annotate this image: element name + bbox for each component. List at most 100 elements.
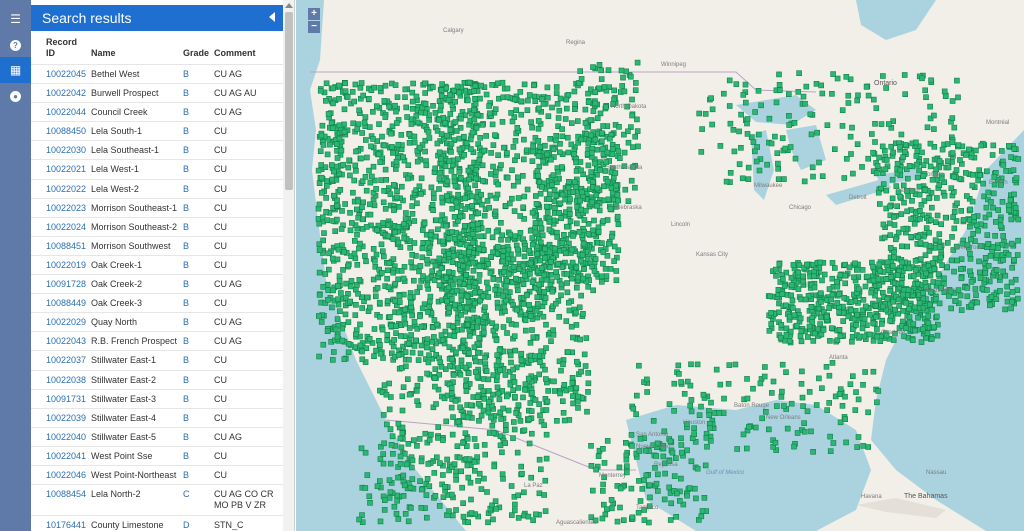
deposit-marker[interactable] [398, 132, 405, 138]
deposit-marker[interactable] [510, 387, 516, 394]
deposit-marker[interactable] [383, 177, 389, 183]
deposit-marker[interactable] [334, 333, 341, 340]
deposit-marker[interactable] [524, 107, 531, 113]
deposit-marker[interactable] [922, 270, 929, 277]
deposit-marker[interactable] [450, 281, 456, 288]
deposit-marker[interactable] [883, 157, 890, 163]
deposit-marker[interactable] [543, 203, 550, 210]
deposit-marker[interactable] [555, 261, 561, 267]
deposit-marker[interactable] [512, 501, 518, 508]
deposit-marker[interactable] [782, 145, 789, 152]
deposit-marker[interactable] [585, 140, 592, 147]
deposit-marker[interactable] [420, 273, 426, 279]
deposit-marker[interactable] [418, 323, 425, 330]
deposit-marker[interactable] [968, 236, 974, 243]
deposit-marker[interactable] [459, 344, 466, 351]
deposit-marker[interactable] [380, 248, 386, 254]
deposit-marker[interactable] [518, 463, 524, 470]
deposit-marker[interactable] [1015, 216, 1022, 223]
deposit-marker[interactable] [772, 439, 779, 446]
deposit-marker[interactable] [576, 304, 583, 311]
deposit-marker[interactable] [347, 210, 353, 216]
deposit-marker[interactable] [499, 471, 506, 478]
deposit-marker[interactable] [615, 221, 622, 228]
deposit-marker[interactable] [465, 185, 471, 192]
deposit-marker[interactable] [500, 324, 507, 330]
deposit-marker[interactable] [740, 431, 747, 438]
deposit-marker[interactable] [402, 86, 409, 93]
deposit-marker[interactable] [474, 221, 481, 227]
deposit-marker[interactable] [357, 85, 364, 91]
record-id-link[interactable]: 10022046 [46, 470, 86, 481]
deposit-marker[interactable] [559, 126, 565, 132]
deposit-marker[interactable] [845, 313, 852, 320]
deposit-marker[interactable] [609, 233, 615, 240]
deposit-marker[interactable] [434, 454, 440, 461]
deposit-marker[interactable] [933, 313, 940, 320]
deposit-marker[interactable] [874, 333, 881, 340]
deposit-marker[interactable] [795, 89, 802, 95]
deposit-marker[interactable] [830, 71, 836, 77]
deposit-marker[interactable] [471, 289, 478, 296]
deposit-marker[interactable] [397, 299, 403, 305]
deposit-marker[interactable] [505, 246, 512, 253]
deposit-marker[interactable] [801, 428, 808, 435]
deposit-marker[interactable] [408, 299, 414, 306]
deposit-marker[interactable] [898, 280, 905, 287]
deposit-marker[interactable] [416, 144, 423, 151]
deposit-marker[interactable] [783, 369, 789, 376]
deposit-marker[interactable] [583, 335, 590, 341]
deposit-marker[interactable] [411, 319, 418, 325]
deposit-marker[interactable] [578, 136, 585, 143]
deposit-marker[interactable] [553, 84, 560, 90]
deposit-marker[interactable] [315, 167, 322, 174]
deposit-marker[interactable] [529, 158, 536, 164]
deposit-marker[interactable] [911, 304, 918, 311]
deposit-marker[interactable] [395, 141, 402, 148]
deposit-marker[interactable] [431, 334, 437, 340]
record-id-link[interactable]: 10022041 [46, 451, 86, 462]
deposit-marker[interactable] [916, 167, 922, 174]
deposit-marker[interactable] [385, 222, 392, 228]
deposit-marker[interactable] [485, 294, 492, 300]
deposit-marker[interactable] [471, 116, 478, 123]
deposit-marker[interactable] [1003, 168, 1009, 174]
deposit-marker[interactable] [875, 388, 882, 394]
deposit-marker[interactable] [781, 403, 787, 409]
deposit-marker[interactable] [497, 442, 504, 449]
deposit-marker[interactable] [975, 227, 981, 234]
record-id-link[interactable]: 10022037 [46, 355, 86, 366]
deposit-marker[interactable] [543, 376, 549, 382]
deposit-marker[interactable] [411, 139, 418, 146]
deposit-marker[interactable] [874, 163, 881, 169]
deposit-marker[interactable] [487, 192, 494, 199]
deposit-marker[interactable] [447, 111, 454, 117]
deposit-marker[interactable] [349, 220, 355, 226]
deposit-marker[interactable] [494, 304, 501, 311]
deposit-marker[interactable] [469, 193, 475, 200]
record-id-link[interactable]: 10022042 [46, 88, 86, 99]
deposit-marker[interactable] [768, 309, 774, 316]
deposit-marker[interactable] [553, 269, 560, 275]
deposit-marker[interactable] [727, 170, 734, 176]
deposit-marker[interactable] [530, 517, 536, 524]
deposit-marker[interactable] [529, 124, 535, 131]
deposit-marker[interactable] [405, 440, 412, 447]
deposit-marker[interactable] [316, 220, 323, 227]
deposit-marker[interactable] [693, 495, 699, 502]
deposit-marker[interactable] [819, 90, 826, 97]
deposit-marker[interactable] [613, 182, 619, 189]
deposit-marker[interactable] [485, 376, 492, 383]
deposit-marker[interactable] [483, 91, 490, 98]
deposit-marker[interactable] [316, 353, 322, 360]
deposit-marker[interactable] [1008, 298, 1015, 305]
deposit-marker[interactable] [444, 456, 450, 463]
deposit-marker[interactable] [550, 146, 557, 153]
deposit-marker[interactable] [478, 233, 484, 240]
deposit-marker[interactable] [644, 376, 650, 383]
deposit-marker[interactable] [357, 321, 363, 328]
deposit-marker[interactable] [554, 101, 561, 107]
deposit-marker[interactable] [464, 293, 471, 300]
deposit-marker[interactable] [891, 254, 897, 261]
deposit-marker[interactable] [1013, 175, 1020, 181]
